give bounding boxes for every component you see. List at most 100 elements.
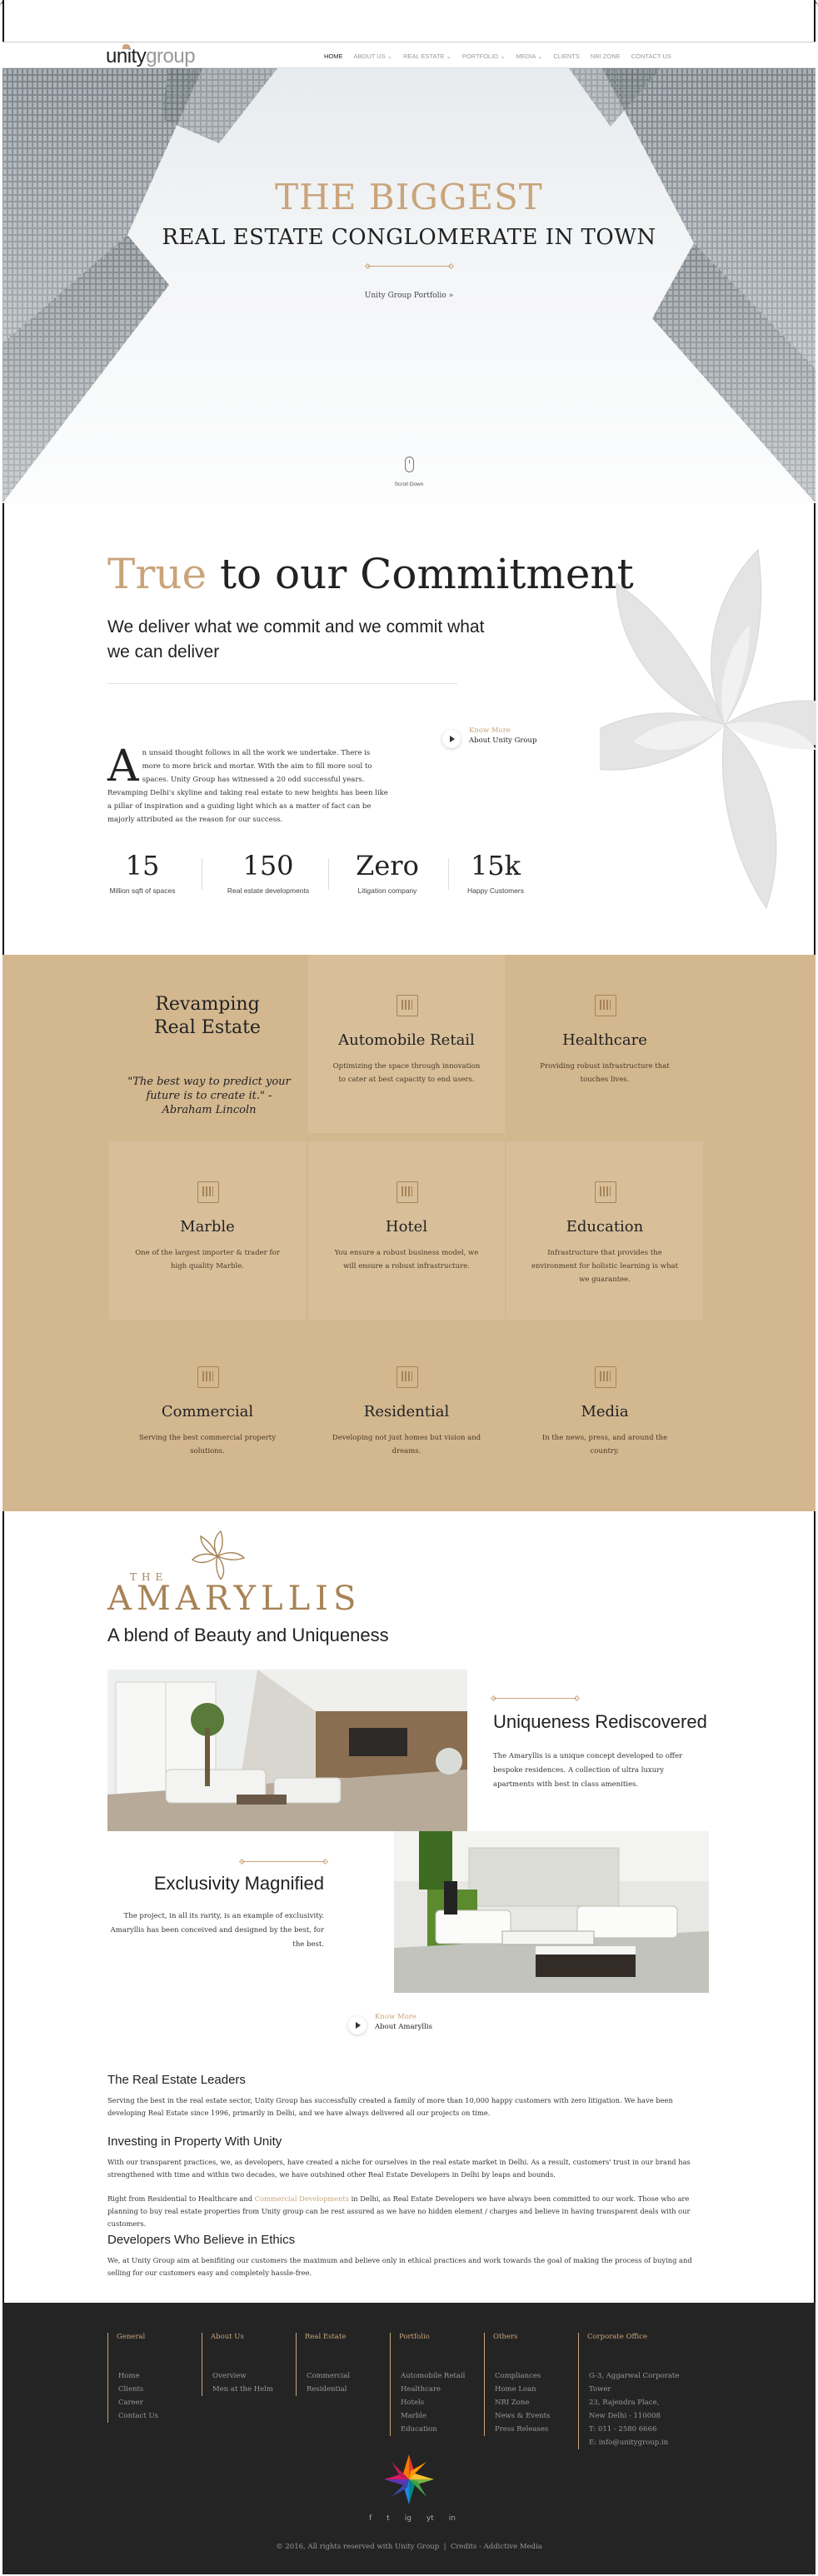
menu-real-estate[interactable]: REAL ESTATE ⌄ [403,52,451,60]
footer-col-title: Others [493,2333,518,2341]
investing-paragraph: With our transparent practices, we, as d… [107,2158,691,2179]
footer-link[interactable]: Education [401,2423,481,2436]
footer-col-portfolio: Portfolio Automobile Retail Healthcare H… [390,2333,481,2436]
social-links: f t ig yt in [369,2514,456,2523]
stat-customers: 15k Happy Customers [466,850,525,895]
footer-link[interactable]: Compliances [495,2369,576,2383]
residential-icon [397,1366,418,1388]
footer-link[interactable]: Overview [212,2369,293,2383]
office-email[interactable]: E: info@unitygroup.in [589,2436,703,2449]
menu-about-us[interactable]: ABOUT US ⌄ [354,52,393,60]
uniqueness-heading: Uniqueness Rediscovered [493,1711,707,1732]
stat-litigation: Zero Litigation company [356,850,419,895]
school-icon [595,1181,616,1203]
amaryllis-living-room-photo [107,1670,467,1831]
menu-portfolio[interactable]: PORTFOLIO ⌄ [462,52,506,60]
play-arrow-icon[interactable] [442,730,461,748]
menu-clients[interactable]: CLIENTS [553,52,580,60]
hospital-icon [595,995,616,1016]
footer-link[interactable]: Men at the Helm [212,2383,293,2396]
card-desc: Developing not just homes but vision and… [332,1434,481,1455]
footer-link[interactable]: Press Releases [495,2423,576,2436]
menu-home[interactable]: HOME [324,52,343,60]
footer-link[interactable]: Automobile Retail [401,2369,481,2383]
card-desc: One of the largest importer & trader for… [135,1249,280,1271]
office-address-line: G-3, Aggarwal Corporate Tower [589,2372,680,2394]
card-desc: Serving the best commercial property sol… [138,1434,277,1455]
footer-link[interactable]: NRI Zone [495,2396,576,2409]
ornament-divider [367,266,451,267]
footer-link[interactable]: Career [118,2396,199,2409]
card-education[interactable]: Education Infrastructure that provides t… [506,1141,703,1320]
skyscraper-background-image [2,68,816,503]
footer-link[interactable]: Commercial [307,2369,387,2383]
menu-nri-zone[interactable]: NRI ZONE [591,52,621,60]
footer-link[interactable]: Home Loan [495,2383,576,2396]
revamping-real-estate-section: Revamping Real Estate "The best way to pr… [2,955,816,1511]
youtube-icon[interactable]: yt [426,2514,434,2523]
divider [107,683,457,684]
twitter-icon[interactable]: t [387,2514,390,2523]
hero-subtitle: REAL ESTATE CONGLOMERATE IN TOWN [162,225,656,250]
card-hotel[interactable]: Hotel You ensure a robust business model… [308,1141,505,1320]
card-healthcare[interactable]: Healthcare Providing robust infrastructu… [506,955,703,1133]
menu-media[interactable]: MEDIA ⌄ [516,52,543,60]
footer-link[interactable]: Clients [118,2383,199,2396]
hero-title: THE BIGGEST [275,177,543,217]
unity-group-logo[interactable]: unitygroup [106,45,196,68]
house-icon [197,1181,219,1203]
stat-developments: 150 Real estate developments [227,850,310,895]
office-address-line: New Delhi - 110008 [589,2412,661,2420]
credits-link[interactable]: Credits - Addictive Media [451,2543,542,2551]
card-automobile-retail[interactable]: Automobile Retail Optimizing the space t… [308,955,505,1133]
card-marble[interactable]: Marble One of the largest importer & tra… [109,1141,306,1320]
know-more-target: About Unity Group [469,736,537,745]
revamping-heading: Revamping Real Estate [154,994,261,1038]
card-commercial[interactable]: Commercial Serving the best commercial p… [109,1326,306,1505]
commitment-heading: True to our Commitment [107,550,634,598]
commitment-body: An unsaid thought follows in all the wor… [107,741,388,824]
hotel-icon [397,1181,418,1203]
footer-col-general: General Home Clients Career Contact Us [107,2333,199,2423]
scroll-down-label: Scroll Down [394,482,424,487]
media-icon [595,1366,616,1388]
footer-col-title: General [117,2333,146,2341]
footer-link[interactable]: Contact Us [118,2409,199,2423]
footer-link[interactable]: Residential [307,2383,387,2396]
linkedin-icon[interactable]: in [449,2514,456,2523]
menu-contact-us[interactable]: CONTACT US [631,52,671,60]
card-desc: Providing robust infrastructure that tou… [540,1062,670,1084]
facebook-icon[interactable]: f [369,2514,372,2523]
footer-link[interactable]: Healthcare [401,2383,481,2396]
drop-cap: A [107,741,139,791]
card-title: Healthcare [562,1031,647,1049]
play-arrow-icon[interactable] [348,2016,367,2034]
card-title: Commercial [161,1403,254,1420]
amaryllis-lounge-photo [394,1831,709,1993]
card-desc: You ensure a robust business model, we w… [334,1249,479,1271]
exclusivity-heading: Exclusivity Magnified [153,1873,324,1894]
office-address-line: 23, Rajendra Place, [589,2399,660,2407]
card-desc: Optimizing the space through innovation … [332,1062,481,1084]
ornament-divider [242,1861,325,1862]
card-media[interactable]: Media In the news, press, and around the… [506,1326,703,1505]
footer-col-corporate-office: Corporate Office G-3, Aggarwal Corporate… [578,2333,703,2449]
office-phone[interactable]: T: 011 - 2580 6666 [589,2423,703,2436]
amaryllis-tagline: A blend of Beauty and Uniqueness [107,1625,389,1645]
card-title: Education [566,1218,644,1236]
footer-link[interactable]: Hotels [401,2396,481,2409]
lincoln-quote: "The best way to predict your future is … [127,1076,291,1116]
leaders-paragraph: Serving the best in the real estate sect… [107,2096,673,2117]
stat-separator [328,858,329,890]
mouse-scroll-icon[interactable] [405,457,414,472]
commercial-developments-link[interactable]: Commercial Developments [255,2194,349,2203]
instagram-icon[interactable]: ig [405,2514,411,2523]
copyright-line: © 2016, All rights reserved with Unity G… [2,2543,816,2551]
hero-portfolio-link[interactable]: Unity Group Portfolio » [2,292,816,300]
footer-link[interactable]: Home [118,2369,199,2383]
footer-link[interactable]: News & Events [495,2409,576,2423]
card-residential[interactable]: Residential Developing not just homes bu… [308,1326,505,1505]
footer-col-title: Corporate Office [587,2333,648,2341]
exclusivity-body: The project, in all its rarity, is an ex… [110,1912,324,1949]
footer-link[interactable]: Marble [401,2409,481,2423]
